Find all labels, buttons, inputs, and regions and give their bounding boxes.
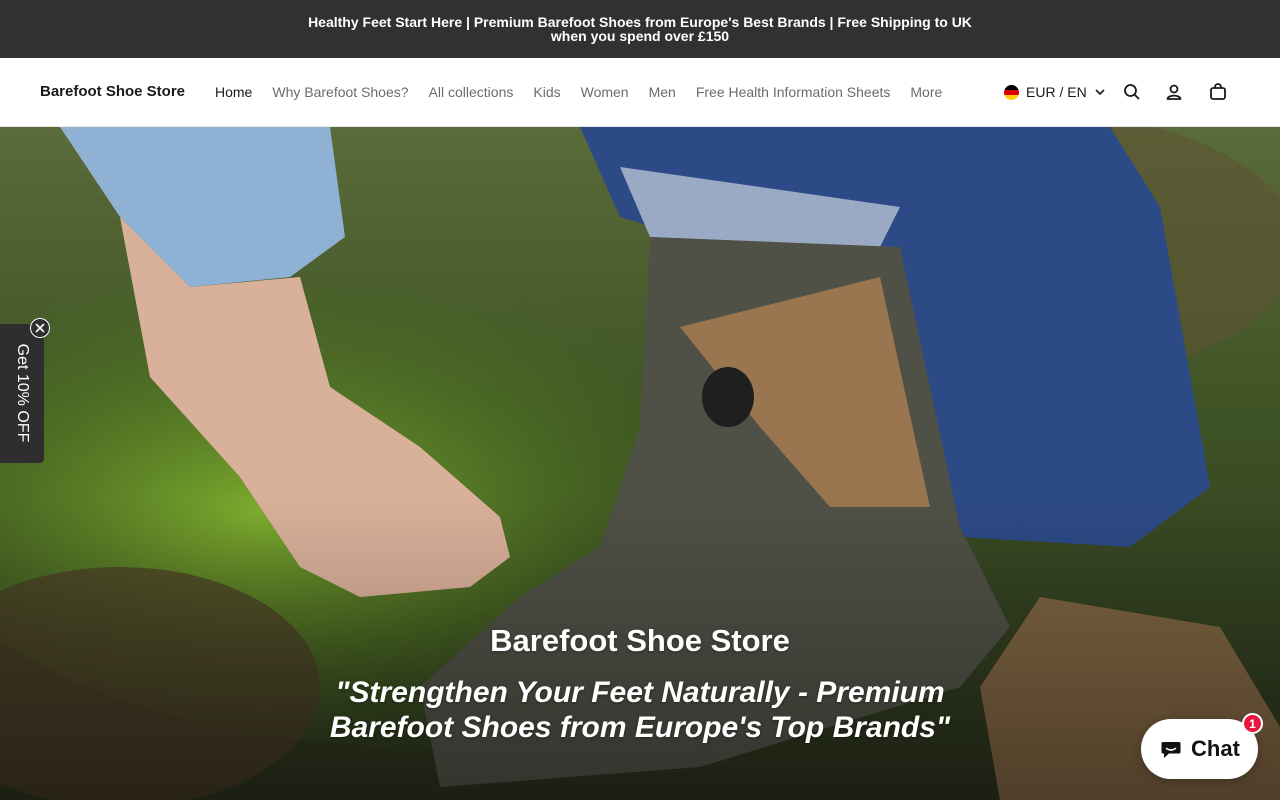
announcement-bar: Healthy Feet Start Here | Premium Barefo… [0,0,1280,58]
nav-item-men[interactable]: Men [649,84,676,100]
nav-item-women[interactable]: Women [581,84,629,100]
hero-tagline: "Strengthen Your Feet Naturally - Premiu… [329,676,951,744]
locale-label: EUR / EN [1026,84,1087,100]
chat-unread-badge: 1 [1242,713,1263,734]
site-header: Barefoot Shoe Store Home Why Barefoot Sh… [0,58,1280,127]
close-icon [35,323,45,333]
chat-bubble-icon [1161,742,1181,758]
nav-item-kids[interactable]: Kids [533,84,560,100]
hero-banner: Barefoot Shoe Store "Strengthen Your Fee… [0,127,1280,800]
chat-widget-button[interactable]: Chat [1141,719,1258,779]
nav-item-more[interactable]: More [910,84,942,100]
nav-item-all-collections[interactable]: All collections [429,84,514,100]
nav-item-why-barefoot[interactable]: Why Barefoot Shoes? [272,84,408,100]
main-nav: Home Why Barefoot Shoes? All collections… [215,84,942,100]
nav-item-health-sheets[interactable]: Free Health Information Sheets [696,84,891,100]
nav-item-home[interactable]: Home [215,84,252,100]
chat-label: Chat [1191,736,1240,761]
account-icon[interactable] [1164,82,1184,102]
store-logo[interactable]: Barefoot Shoe Store [40,83,185,100]
germany-flag-icon [1004,84,1019,100]
discount-tab-label: Get 10% OFF [14,343,31,443]
announcement-text: Healthy Feet Start Here | Premium Barefo… [308,14,972,44]
chevron-down-icon [1095,89,1105,96]
search-icon[interactable] [1122,82,1142,102]
discount-close-button[interactable] [30,318,50,338]
hero-title: Barefoot Shoe Store [490,623,790,658]
cart-icon[interactable] [1208,82,1228,102]
discount-tab[interactable]: Get 10% OFF [0,324,44,463]
currency-language-selector[interactable]: EUR / EN [1004,84,1106,100]
